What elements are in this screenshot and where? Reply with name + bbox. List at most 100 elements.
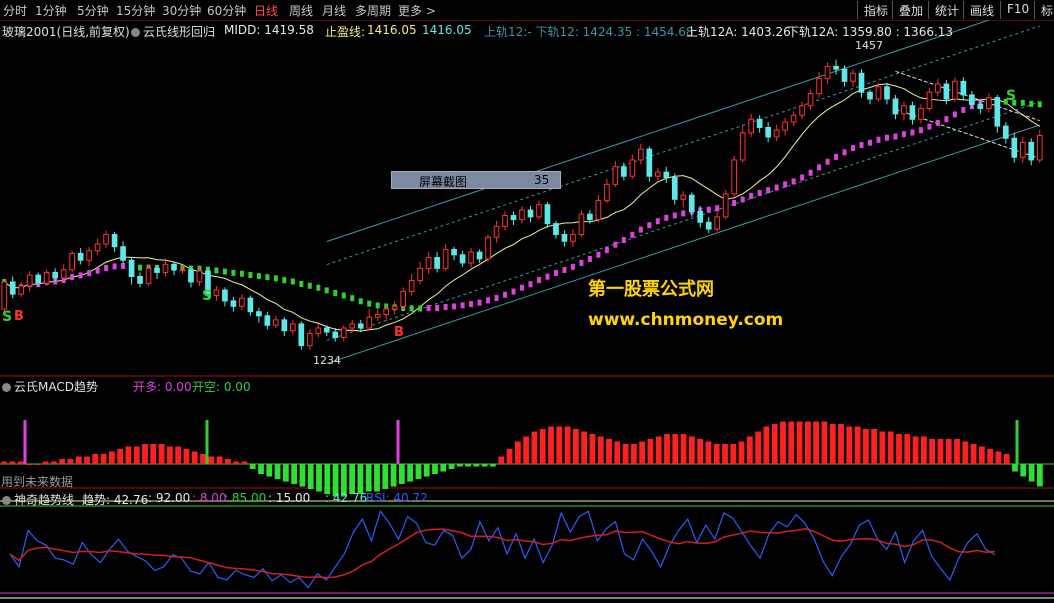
period-tab-weekly[interactable]: 周线 bbox=[289, 2, 313, 19]
macd-bar bbox=[423, 464, 430, 477]
trend-dot bbox=[817, 164, 822, 171]
period-tab-5min[interactable]: 5分钟 bbox=[77, 2, 109, 19]
candle-body bbox=[1019, 141, 1026, 158]
macd-bar bbox=[17, 461, 24, 464]
macd-bar bbox=[920, 436, 927, 464]
macd-bar bbox=[788, 421, 795, 464]
trend-dot bbox=[536, 277, 541, 284]
settings-dot-icon bbox=[131, 28, 140, 37]
macd-bar bbox=[962, 441, 969, 464]
macd-bar bbox=[904, 434, 911, 464]
period-tab-timeshare[interactable]: 分时 bbox=[3, 2, 27, 19]
macd-bar bbox=[299, 464, 306, 487]
trend-dot bbox=[95, 267, 100, 274]
trend-dot bbox=[87, 270, 92, 277]
macd-bar bbox=[1, 461, 8, 464]
period-tab-1min[interactable]: 1分钟 bbox=[35, 2, 67, 19]
f10-button[interactable]: F10 bbox=[1000, 1, 1035, 19]
macd-bar bbox=[655, 436, 662, 464]
trend-dot bbox=[503, 291, 508, 298]
period-tab-multi[interactable]: 多周期 bbox=[355, 2, 391, 19]
macd-bar bbox=[730, 444, 737, 464]
macd-bar bbox=[846, 426, 853, 464]
candle-body bbox=[154, 267, 160, 273]
trend-dot bbox=[324, 287, 329, 294]
indicator-button[interactable]: 指标 bbox=[857, 1, 894, 19]
trend-dot bbox=[791, 178, 796, 185]
period-tab-15min[interactable]: 15分钟 bbox=[116, 2, 155, 19]
macd-bar bbox=[722, 444, 728, 464]
trend-dot bbox=[70, 274, 75, 281]
trend-dot bbox=[256, 273, 261, 280]
buy-signal-b-1: B bbox=[14, 309, 24, 324]
trend-dot bbox=[918, 127, 923, 134]
candle-body bbox=[408, 280, 415, 292]
buy-signal-b-2: B bbox=[394, 325, 404, 340]
candle-body bbox=[400, 290, 407, 307]
period-tab-monthly[interactable]: 月线 bbox=[322, 2, 346, 19]
macd-bar bbox=[357, 464, 364, 494]
macd-bar bbox=[67, 459, 74, 464]
trend-dot bbox=[927, 123, 932, 130]
macd-long-value: 开多: 0.00 bbox=[133, 380, 192, 394]
trend-dot bbox=[239, 270, 244, 277]
kline-chart[interactable] bbox=[0, 20, 1054, 603]
trend-dot bbox=[825, 158, 830, 165]
candle-body bbox=[298, 323, 305, 347]
period-tab-daily[interactable]: 日线 bbox=[254, 2, 278, 19]
stats-button[interactable]: 统计 bbox=[928, 1, 965, 19]
trend-dot bbox=[494, 294, 499, 301]
candle-body bbox=[748, 118, 755, 134]
trend-dot bbox=[460, 302, 465, 309]
candle-body bbox=[162, 263, 169, 273]
trend-dot bbox=[248, 272, 253, 279]
candle-body bbox=[850, 72, 856, 82]
macd-bar bbox=[125, 446, 132, 464]
period-tab-more[interactable]: 更多 > bbox=[398, 2, 436, 19]
settings-dot-icon bbox=[2, 383, 11, 392]
macd-bar bbox=[498, 456, 505, 464]
candle-body bbox=[892, 98, 899, 115]
macd-bar bbox=[390, 464, 397, 487]
low-price-marker: 1234 bbox=[313, 354, 341, 367]
macd-bar bbox=[100, 454, 107, 464]
macd-bar bbox=[697, 439, 704, 464]
indicator-title[interactable]: 云氏线形回归 bbox=[131, 23, 215, 40]
overlay-button[interactable]: 叠加 bbox=[892, 1, 929, 19]
candle-body bbox=[417, 267, 423, 282]
draw-line-button[interactable]: 画线 bbox=[963, 1, 1000, 19]
macd-bar bbox=[158, 444, 165, 464]
macd-bar bbox=[639, 441, 646, 464]
trend-dot bbox=[808, 169, 813, 176]
candle-body bbox=[60, 269, 67, 279]
candle-body bbox=[357, 323, 364, 329]
candle-body bbox=[349, 323, 356, 329]
candle-body bbox=[714, 216, 721, 230]
macd-bar bbox=[813, 421, 820, 464]
macd-bar bbox=[465, 464, 472, 467]
macd-bar bbox=[929, 439, 936, 464]
trend-title[interactable]: 神奇趋势线 bbox=[2, 491, 74, 508]
macd-bar bbox=[688, 436, 695, 464]
macd-bar bbox=[862, 429, 869, 464]
macd-bar bbox=[9, 461, 16, 464]
macd-bar bbox=[664, 434, 670, 464]
macd-bar bbox=[987, 449, 994, 464]
period-tab-30min[interactable]: 30分钟 bbox=[162, 2, 201, 19]
candle-body bbox=[824, 65, 831, 80]
trend-dot bbox=[299, 280, 304, 287]
candle-body bbox=[553, 223, 559, 235]
period-tab-60min[interactable]: 60分钟 bbox=[207, 2, 246, 19]
candle-body bbox=[544, 204, 551, 225]
trend-dot bbox=[664, 214, 669, 221]
candle-body bbox=[884, 86, 890, 100]
macd-bar bbox=[838, 424, 844, 464]
macd-bar bbox=[84, 456, 90, 464]
mark-button[interactable]: 标 bbox=[1034, 1, 1054, 19]
macd-title[interactable]: 云氏MACD趋势 bbox=[2, 378, 98, 395]
macd-bar bbox=[713, 444, 720, 464]
period-toolbar: 分时 1分钟 5分钟 15分钟 30分钟 60分钟 日线 周线 月线 多周期 更… bbox=[0, 0, 1054, 20]
trend-dot bbox=[570, 263, 575, 270]
macd-bar bbox=[59, 459, 66, 464]
macd-bar bbox=[398, 464, 405, 484]
